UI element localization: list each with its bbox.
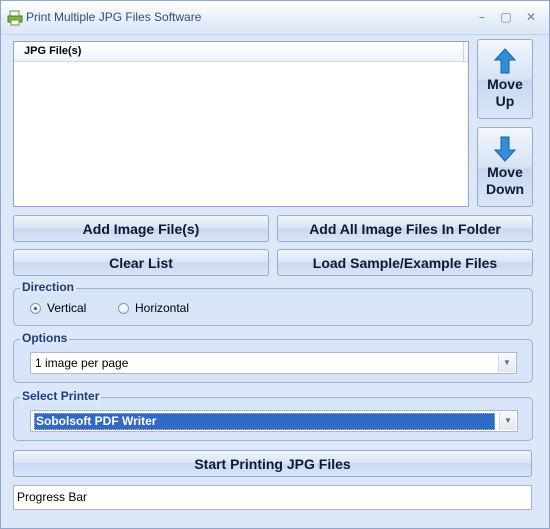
move-up-button[interactable]: Move Up bbox=[477, 39, 533, 119]
radio-horizontal[interactable]: Horizontal bbox=[118, 301, 189, 315]
options-label: Options bbox=[20, 331, 70, 345]
printer-group: Select Printer Sobolsoft PDF Writer ▼ bbox=[13, 389, 533, 441]
move-up-label-2: Up bbox=[495, 93, 515, 109]
arrow-down-icon bbox=[494, 136, 516, 162]
column-header-jpg-files[interactable]: JPG File(s) bbox=[14, 42, 464, 61]
direction-group: Direction Vertical Horizontal bbox=[13, 280, 533, 326]
minimize-icon[interactable]: – bbox=[474, 9, 490, 25]
client-area: JPG File(s) Move Up Move Down Add Image … bbox=[1, 35, 549, 528]
clear-list-button[interactable]: Clear List bbox=[13, 249, 269, 276]
window-title: Print Multiple JPG Files Software bbox=[26, 10, 202, 24]
options-selected-value: 1 image per page bbox=[35, 356, 129, 370]
list-header: JPG File(s) bbox=[14, 42, 468, 62]
options-dropdown[interactable]: 1 image per page ▼ bbox=[30, 352, 517, 374]
radio-vertical-indicator[interactable] bbox=[30, 302, 41, 314]
jpg-file-list[interactable]: JPG File(s) bbox=[13, 41, 469, 207]
direction-label: Direction bbox=[20, 280, 77, 294]
printer-app-icon bbox=[7, 10, 23, 26]
radio-vertical[interactable]: Vertical bbox=[30, 301, 86, 315]
radio-vertical-label: Vertical bbox=[47, 301, 87, 315]
move-up-label-1: Move bbox=[487, 76, 523, 92]
add-all-in-folder-button[interactable]: Add All Image Files In Folder bbox=[277, 215, 533, 242]
chevron-down-icon[interactable]: ▼ bbox=[498, 354, 515, 372]
close-icon[interactable]: ✕ bbox=[523, 9, 539, 25]
start-printing-button[interactable]: Start Printing JPG Files bbox=[13, 450, 532, 477]
move-down-label-2: Down bbox=[485, 181, 525, 197]
chevron-down-icon[interactable]: ▼ bbox=[499, 412, 516, 430]
add-image-files-button[interactable]: Add Image File(s) bbox=[13, 215, 269, 242]
arrow-up-icon bbox=[494, 48, 516, 74]
app-window: Print Multiple JPG Files Software – ▢ ✕ … bbox=[0, 0, 550, 529]
radio-horizontal-label: Horizontal bbox=[135, 301, 190, 315]
move-down-label-1: Move bbox=[487, 164, 523, 180]
title-bar[interactable]: Print Multiple JPG Files Software – ▢ ✕ bbox=[1, 1, 549, 35]
load-sample-button[interactable]: Load Sample/Example Files bbox=[277, 249, 533, 276]
printer-selected-value: Sobolsoft PDF Writer bbox=[34, 413, 495, 430]
printer-label: Select Printer bbox=[20, 389, 102, 403]
progress-bar: Progress Bar bbox=[13, 485, 532, 510]
radio-horizontal-indicator[interactable] bbox=[118, 302, 129, 314]
maximize-icon[interactable]: ▢ bbox=[498, 9, 514, 25]
printer-dropdown[interactable]: Sobolsoft PDF Writer ▼ bbox=[30, 410, 518, 432]
move-down-button[interactable]: Move Down bbox=[477, 127, 533, 207]
options-group: Options 1 image per page ▼ bbox=[13, 331, 533, 383]
